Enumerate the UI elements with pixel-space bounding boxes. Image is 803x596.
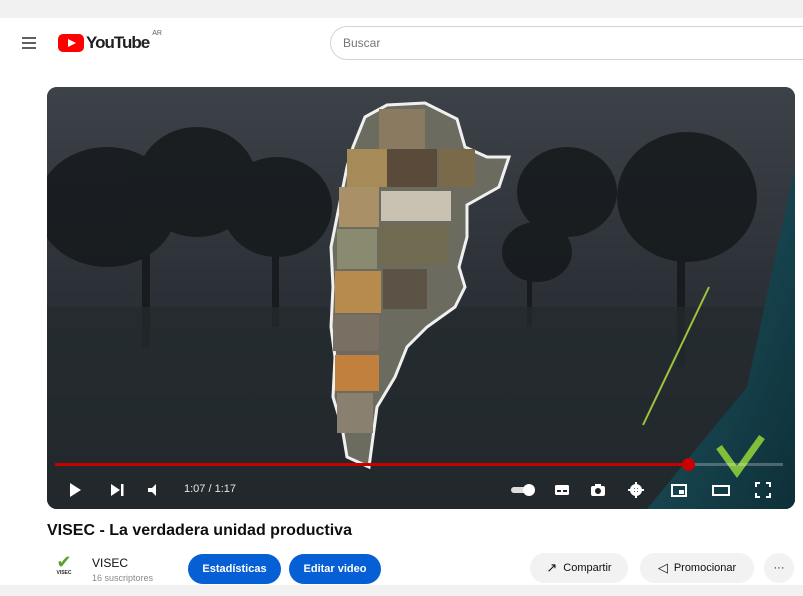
promote-button[interactable]: ◁ Promocionar <box>640 553 754 583</box>
browser-top-strip <box>0 0 803 18</box>
logo-country-code: AR <box>152 30 162 37</box>
player-controls: 1:07 / 1:17 <box>47 471 795 509</box>
promote-label: Promocionar <box>673 562 737 574</box>
hamburger-menu-icon[interactable] <box>18 34 40 54</box>
logo-text: YouTube <box>86 33 150 52</box>
more-actions-button[interactable]: ··· <box>764 553 794 583</box>
autoplay-toggle-icon[interactable] <box>509 479 539 501</box>
next-icon[interactable] <box>105 479 129 501</box>
channel-logo-text: VISEC <box>56 570 72 576</box>
channel-name[interactable]: VISEC <box>92 556 128 570</box>
search-input[interactable] <box>330 26 803 60</box>
youtube-play-logo-icon <box>58 34 84 52</box>
theater-mode-icon[interactable] <box>709 479 733 501</box>
camera-icon[interactable] <box>586 479 610 501</box>
settings-gear-icon[interactable] <box>624 479 648 501</box>
masthead: YouTube AR <box>0 18 803 70</box>
youtube-logo[interactable]: YouTube AR <box>58 30 162 54</box>
visec-check-logo-icon: ✔ <box>56 552 72 572</box>
share-button[interactable]: ↗ Compartir <box>530 553 628 583</box>
youtube-watch-page: YouTube AR Buscar 1:07 / 1:17 VISEC - La… <box>0 0 803 596</box>
miniplayer-icon[interactable] <box>667 479 691 501</box>
video-title: VISEC - La verdadera unidad productiva <box>47 522 352 539</box>
subtitles-icon[interactable] <box>550 479 574 501</box>
share-arrow-icon: ↗ <box>546 560 558 575</box>
subscriber-count: 16 suscriptores <box>92 573 154 583</box>
time-display: 1:07 / 1:17 <box>184 483 236 495</box>
fullscreen-icon[interactable] <box>751 479 775 501</box>
play-icon[interactable] <box>63 479 87 501</box>
progress-bar[interactable] <box>55 458 783 471</box>
video-frame <box>47 87 795 509</box>
progress-played <box>55 463 689 466</box>
share-label: Compartir <box>563 562 612 574</box>
browser-bottom-strip <box>0 585 803 596</box>
edit-video-button[interactable]: Editar video <box>289 554 381 584</box>
volume-icon[interactable] <box>143 479 167 501</box>
megaphone-icon: ◁ <box>657 560 668 575</box>
video-player[interactable]: 1:07 / 1:17 <box>47 87 795 509</box>
channel-avatar[interactable]: ✔ VISEC <box>50 553 78 581</box>
stats-button[interactable]: Estadísticas <box>188 554 281 584</box>
